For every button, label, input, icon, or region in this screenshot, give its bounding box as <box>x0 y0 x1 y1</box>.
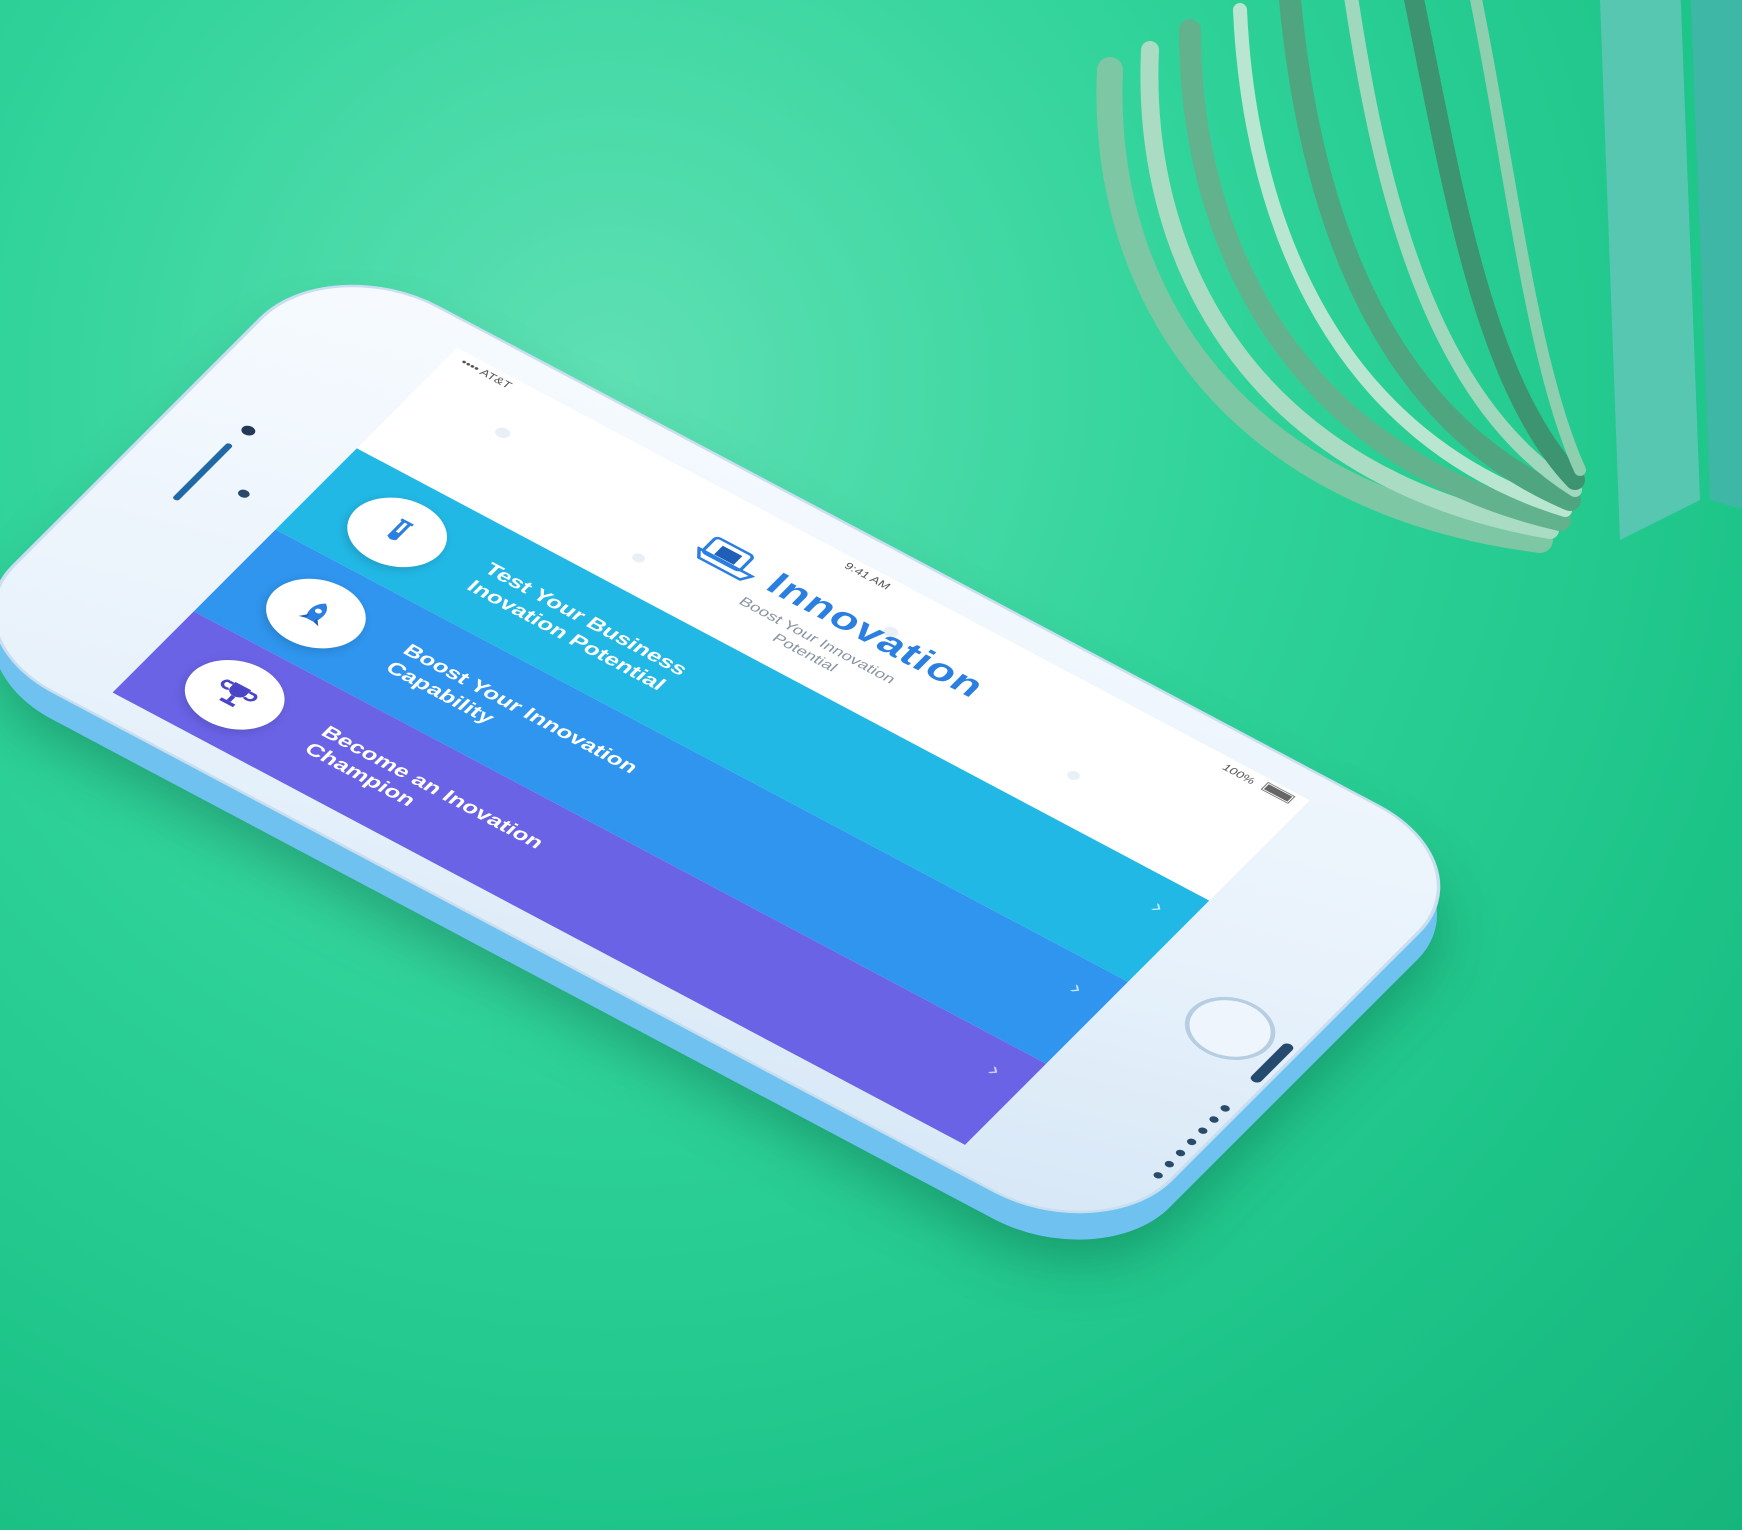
bottom-speaker-grille <box>1137 1103 1234 1196</box>
chevron-right-icon: › <box>982 1059 1008 1081</box>
front-camera <box>238 423 258 438</box>
earpiece-speaker <box>171 442 234 502</box>
proximity-sensor <box>235 488 252 500</box>
chevron-right-icon: › <box>1064 978 1089 999</box>
chevron-right-icon: › <box>1145 896 1171 918</box>
test-tube-icon <box>387 518 415 540</box>
trophy-icon <box>218 679 258 708</box>
menu-icon-circle <box>328 483 467 582</box>
menu-icon-circle <box>247 564 385 663</box>
rocket-icon <box>298 603 327 627</box>
app-screen: •••• AT&T 9:41 AM 100% Innovation Boost … <box>112 347 1310 1145</box>
menu-icon-circle <box>165 645 304 745</box>
phone-body: •••• AT&T 9:41 AM 100% Innovation Boost … <box>0 247 1490 1251</box>
photo-scene: •••• AT&T 9:41 AM 100% Innovation Boost … <box>0 0 1742 1530</box>
phone-mockup: •••• AT&T 9:41 AM 100% Innovation Boost … <box>0 247 1610 1360</box>
innovation-logo-icon <box>697 536 756 581</box>
